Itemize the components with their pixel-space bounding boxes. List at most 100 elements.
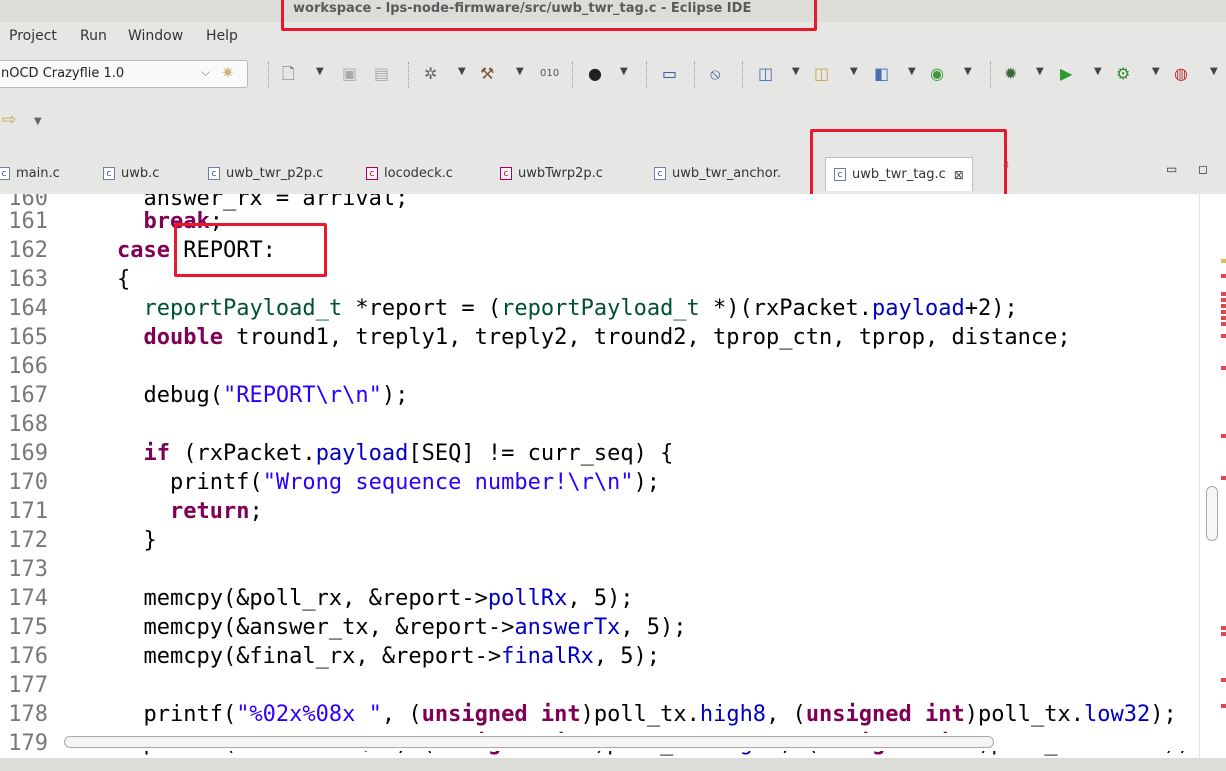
error-marker[interactable] [1221,298,1226,302]
dropdown-arrow-icon[interactable]: ▼ [908,66,916,77]
code-line[interactable]: return; [64,497,263,526]
line-number: 164 [8,296,48,321]
coverage-icon[interactable]: ◍ [1174,62,1188,86]
launch-configuration-combo[interactable]: nOCD Crazyflie 1.0 ⌵ ✷ [0,60,248,88]
dropdown-arrow-icon[interactable]: ▼ [964,66,972,77]
dropdown-arrow-icon[interactable]: ▼ [792,66,800,77]
new-file-icon[interactable]: 🗋 [282,62,295,86]
external-tools-icon[interactable]: ⚙ [1116,62,1130,86]
profile-icon[interactable]: ● [588,62,602,86]
code-token-kw: int [925,702,965,727]
code-token-fld: high8 [699,702,767,727]
menu-help[interactable]: Help [206,28,238,44]
new-c-project-icon[interactable]: ◫ [758,62,773,86]
code-line[interactable]: double tround1, treply1, treply2, tround… [64,323,1070,352]
warning-marker[interactable] [1221,259,1226,263]
horizontal-scrollbar[interactable] [64,733,1194,751]
error-marker[interactable] [1221,626,1226,630]
code-line[interactable]: { [64,265,130,294]
debug-bug-icon[interactable]: ✹ [1004,62,1017,86]
code-editor[interactable]: 160 161 162 163 164 165 166 167 168 169 170 171 172 1… [0,194,1199,758]
code-token: , ( [766,702,806,727]
code-line[interactable]: memcpy(&poll_rx, &report->pollRx, 5); [64,584,633,613]
error-marker[interactable] [1221,334,1226,338]
line-number: 179 [8,731,48,756]
dropdown-arrow-icon[interactable]: ▼ [458,66,466,77]
code-line[interactable]: printf("%02x%08x ", (unsigned int)poll_t… [64,700,1176,729]
error-marker[interactable] [1221,678,1226,682]
menu-bar: Project Run Window Help [0,24,1226,50]
code-token: printf( [64,702,237,727]
code-token-str: "REPORT\r\n" [222,383,382,408]
dropdown-arrow-icon[interactable]: ▼ [620,66,628,77]
dropdown-arrow-icon[interactable]: ▼ [316,66,324,77]
new-source-icon[interactable]: ◧ [874,62,889,86]
code-token-fld: answerTx [514,615,621,640]
terminal-icon[interactable]: ▭ [662,62,677,86]
c-file-icon: c [103,166,115,180]
tab-uwbtwrp2p-c[interactable]: c uwbTwrp2p.c [500,160,603,186]
tab-uwb-c[interactable]: c uwb.c [103,160,159,186]
maximize-icon[interactable]: ◻ [1198,162,1208,176]
error-marker[interactable] [1221,476,1226,480]
gear-icon[interactable]: ✷ [221,63,234,82]
error-marker[interactable] [1221,292,1226,296]
error-marker[interactable] [1221,310,1226,314]
menu-run[interactable]: Run [80,28,107,44]
line-number: 167 [8,383,48,408]
code-line[interactable]: reportPayload_t *report = (reportPayload… [64,294,1017,323]
error-marker[interactable] [1221,322,1226,326]
binary-icon[interactable]: 010 [540,62,559,86]
dropdown-arrow-icon[interactable]: ▼ [1036,66,1044,77]
code-token-kw: unsigned [805,702,912,727]
main-toolbar: nOCD Crazyflie 1.0 ⌵ ✷ 🗋 ▼ ▣ ▤ ✲ ▼ ⚒ ▼ 0… [0,56,1226,94]
code-line[interactable]: memcpy(&answer_tx, &report->answerTx, 5)… [64,613,687,642]
debug-icon[interactable]: ✲ [424,62,437,86]
tab-main-c[interactable]: c main.c [0,160,60,186]
tab-locodeck-c[interactable]: c locodeck.c [366,160,453,186]
build-hammer-icon[interactable]: ⚒ [480,62,494,86]
minimize-icon[interactable]: ▭ [1166,162,1177,176]
code-line[interactable]: if (rxPacket.payload[SEQ] != curr_seq) { [64,439,673,468]
tab-uwb-twr-p2p-c[interactable]: c uwb_twr_p2p.c [208,160,323,186]
code-line[interactable]: debug("REPORT\r\n"); [64,381,408,410]
menu-window[interactable]: Window [128,28,183,44]
dropdown-arrow-icon[interactable]: ▼ [1152,66,1160,77]
error-marker[interactable] [1221,274,1226,278]
horizontal-scrollbar-thumb[interactable] [64,736,994,748]
chevron-down-icon[interactable]: ⌵ [201,65,210,80]
tab-uwb-twr-anchor[interactable]: c uwb_twr_anchor. [654,160,781,186]
code-token: } [64,528,157,553]
vertical-scrollbar-thumb[interactable] [1206,486,1218,541]
code-line[interactable]: } [64,526,157,555]
dropdown-arrow-icon[interactable]: ▼ [1210,66,1218,77]
run-icon[interactable]: ▶ [1060,62,1072,86]
save-all-icon[interactable]: ▤ [374,62,389,86]
dropdown-arrow-icon[interactable]: ▼ [516,66,524,77]
overview-ruler[interactable] [1199,194,1226,758]
code-line[interactable]: memcpy(&final_rx, &report->finalRx, 5); [64,642,660,671]
error-marker[interactable] [1221,304,1226,308]
code-token: ); [633,470,661,495]
code-token-kw: unsigned [421,702,528,727]
dropdown-arrow-icon[interactable]: ▼ [1094,66,1102,77]
menu-project[interactable]: Project [9,28,57,44]
error-marker[interactable] [1221,434,1226,438]
error-marker[interactable] [1221,632,1226,636]
code-token-typ: reportPayload_t [501,296,700,321]
save-icon[interactable]: ▣ [342,62,357,86]
new-folder-icon[interactable]: ◫ [814,62,829,86]
dropdown-arrow-icon[interactable]: ▼ [34,116,42,127]
forward-arrow-icon[interactable]: ⇨ [2,110,16,130]
new-class-icon[interactable]: ◉ [930,62,944,86]
dropdown-arrow-icon[interactable]: ▼ [850,66,858,77]
error-marker[interactable] [1221,366,1226,370]
code-token: , 5); [620,615,687,640]
error-marker[interactable] [1221,316,1226,320]
code-token-str: "%02x%08x " [236,702,382,727]
skip-breakpoints-icon[interactable]: ⦸ [710,62,720,86]
code-line[interactable]: printf("Wrong sequence number!\r\n"); [64,468,660,497]
error-marker[interactable] [1221,704,1226,708]
